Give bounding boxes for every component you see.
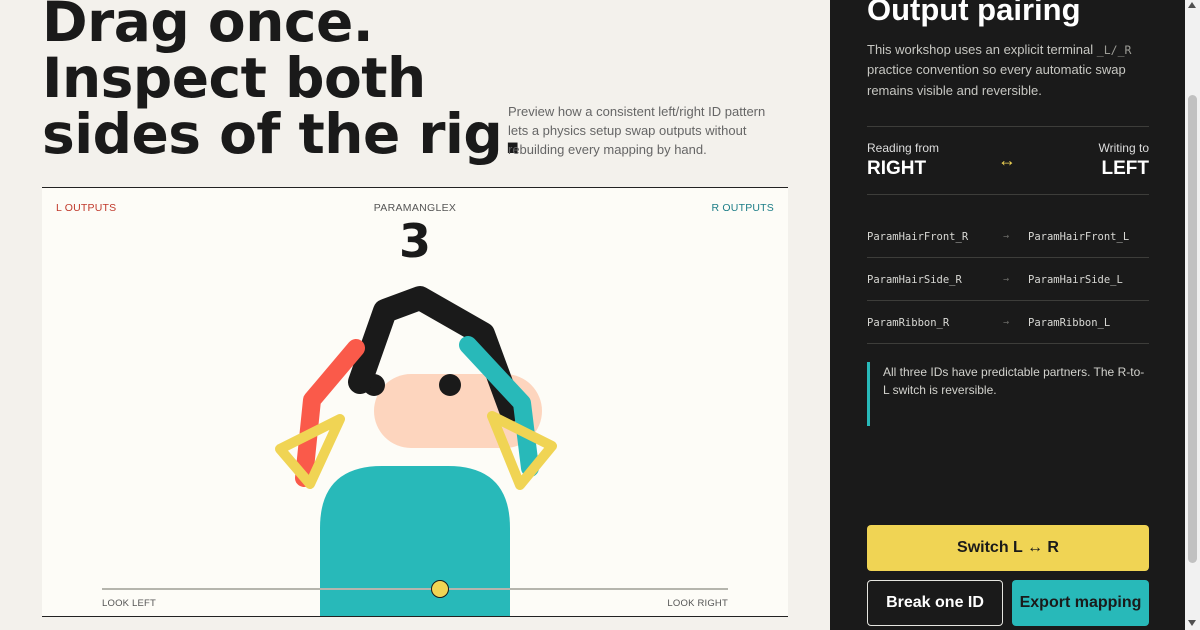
- mapping-row: ParamHairSide_R → ParamHairSide_L: [867, 258, 1149, 301]
- mapping-row: ParamHairFront_R → ParamHairFront_L: [867, 215, 1149, 258]
- character-rig-illustration[interactable]: [42, 188, 788, 617]
- mapping-arrow-icon: →: [1003, 317, 1010, 328]
- writing-to-value: LEFT: [1101, 158, 1150, 179]
- status-note: All three IDs have predictable partners.…: [867, 362, 1149, 426]
- panel-title: Output pairing: [867, 0, 1081, 27]
- page-scrollbar[interactable]: [1185, 0, 1200, 630]
- look-left-label: LOOK LEFT: [102, 598, 157, 609]
- divider: [867, 126, 1149, 127]
- mapping-target: ParamHairFront_L: [1028, 231, 1130, 243]
- mapping-arrow-icon: →: [1003, 274, 1010, 285]
- hero-title-line: sides of the rig.: [42, 102, 523, 166]
- mapping-source: ParamHairFront_R: [867, 231, 969, 243]
- look-slider-track[interactable]: [102, 588, 728, 590]
- export-mapping-button[interactable]: Export mapping: [1012, 580, 1149, 626]
- hero-title-line: Drag once.: [42, 0, 374, 54]
- look-slider-handle[interactable]: [431, 580, 449, 598]
- reading-from-value: RIGHT: [867, 158, 927, 179]
- mapping-target: ParamHairSide_L: [1028, 274, 1123, 286]
- swap-direction-icon: ↔: [998, 150, 1016, 170]
- switch-sides-button[interactable]: Switch L ↔ R: [867, 525, 1149, 571]
- rig-left-output-strand: [295, 339, 365, 487]
- mapping-target: ParamRibbon_L: [1028, 317, 1111, 329]
- hero-title-line: Inspect both: [42, 46, 426, 110]
- scrollbar-thumb[interactable]: [1188, 95, 1197, 563]
- suffix-right-code: _R: [1117, 43, 1132, 57]
- scroll-down-arrow-icon[interactable]: [1188, 620, 1196, 626]
- hero-description: Preview how a consistent left/right ID p…: [508, 104, 766, 158]
- mapping-arrow-icon: →: [1003, 231, 1010, 242]
- output-pairing-panel: Output pairing This workshop uses an exp…: [830, 0, 1185, 630]
- break-one-id-button[interactable]: Break one ID: [867, 580, 1003, 626]
- rig-right-eye: [439, 374, 461, 396]
- panel-description-before: This workshop uses an explicit terminal: [867, 42, 1097, 57]
- panel-description: This workshop uses an explicit terminal …: [867, 40, 1149, 101]
- mapping-source: ParamRibbon_R: [867, 317, 950, 329]
- reading-from-label: Reading from: [867, 141, 940, 155]
- hero-title: Drag once. Inspect both sides of the rig…: [42, 0, 523, 166]
- writing-to-label: Writing to: [1098, 141, 1149, 155]
- mapping-source: ParamHairSide_R: [867, 274, 962, 286]
- scroll-up-arrow-icon[interactable]: [1188, 2, 1196, 8]
- panel-description-after: practice convention so every automatic s…: [867, 62, 1126, 98]
- look-right-label: LOOK RIGHT: [667, 598, 728, 609]
- suffix-separator: /: [1110, 43, 1118, 57]
- suffix-left-code: _L: [1096, 43, 1111, 57]
- mapping-row: ParamRibbon_R → ParamRibbon_L: [867, 301, 1149, 344]
- divider: [867, 194, 1149, 195]
- rig-stage[interactable]: L OUTPUTS R OUTPUTS PARAMANGLEX 3 LOOK L…: [42, 187, 788, 617]
- rig-body: [320, 466, 510, 616]
